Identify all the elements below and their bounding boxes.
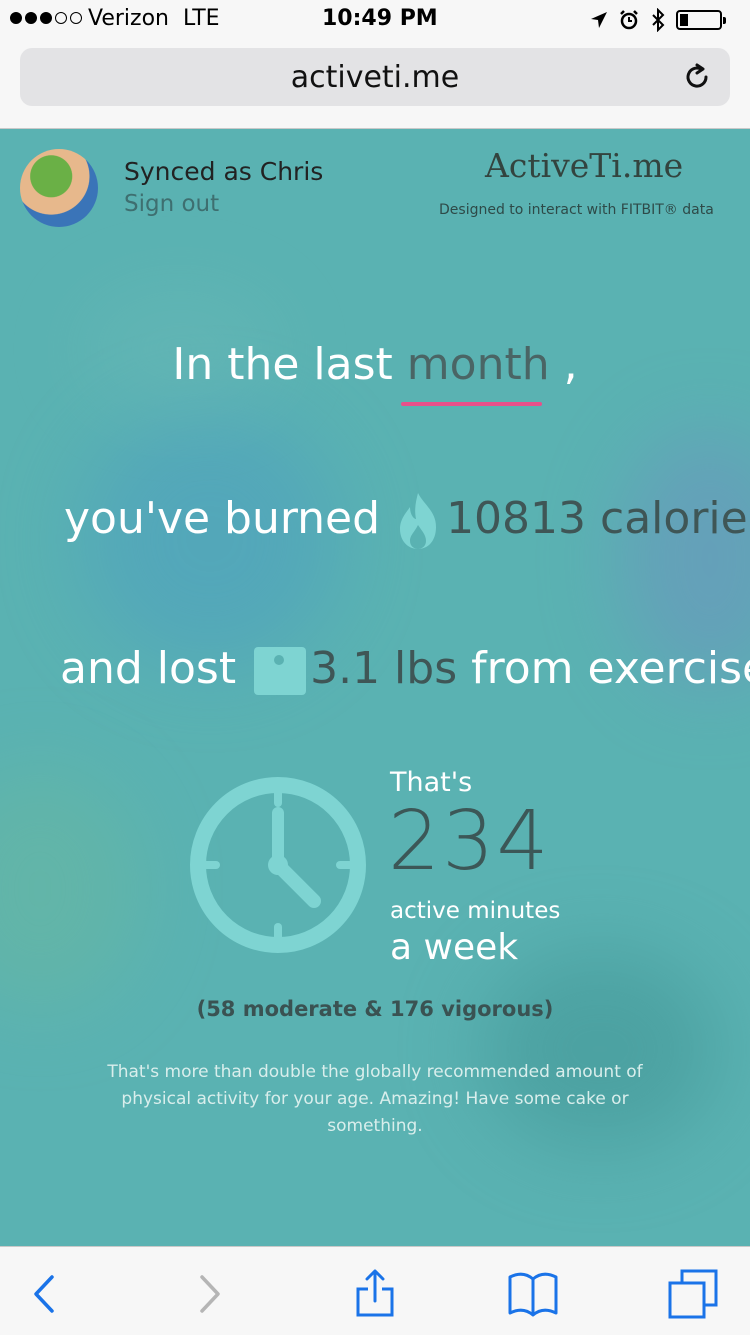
alarm-icon: [620, 10, 638, 30]
reload-icon[interactable]: [682, 62, 712, 92]
bluetooth-icon: [652, 8, 665, 32]
battery-icon: [676, 10, 726, 30]
clock-icon: [190, 777, 366, 953]
url-field[interactable]: activeti.me: [20, 48, 730, 106]
bookmarks-icon[interactable]: [508, 1269, 558, 1319]
summary-line-weight: and lost3.1 lbs from exercise.: [60, 643, 750, 695]
weight-value: 3.1 lbs: [310, 643, 458, 694]
url-text[interactable]: activeti.me: [20, 60, 730, 95]
calories-value: 10813 calories: [446, 493, 750, 544]
back-icon[interactable]: [20, 1269, 70, 1319]
active-minutes-label: active minutes: [390, 898, 561, 924]
per-week-label: a week: [390, 927, 519, 968]
active-minutes-value: 234: [388, 794, 551, 889]
period-selector[interactable]: month: [407, 339, 550, 390]
encouragement-note: That's more than double the globally rec…: [107, 1062, 643, 1136]
share-icon[interactable]: [350, 1269, 400, 1319]
activetime-logo: ActiveTi.me: [485, 146, 684, 185]
tagline: Designed to interact with FITBIT® data: [439, 202, 714, 218]
synced-label: Synced as Chris: [124, 157, 324, 186]
forward-icon[interactable]: [184, 1269, 234, 1319]
signal-strength-icon: [10, 12, 82, 24]
browser-address-bar: activeti.me: [0, 40, 750, 129]
scale-icon: [254, 647, 307, 695]
summary-line-calories: you've burned 10813 calories: [64, 491, 750, 551]
location-arrow-icon: [591, 12, 607, 28]
flame-icon: [400, 493, 437, 549]
period-selector-underline: [401, 402, 542, 406]
tabs-icon[interactable]: [668, 1269, 718, 1319]
summary-line-period: In the last month ,: [172, 339, 578, 390]
carrier-label: Verizon LTE: [88, 6, 220, 31]
status-time: 10:49 PM: [322, 6, 438, 31]
status-bar: Verizon LTE 10:49 PM: [0, 0, 750, 40]
page-content: Synced as Chris Sign out ActiveTi.me Des…: [0, 129, 750, 1246]
avatar: [20, 149, 98, 227]
sign-out-link[interactable]: Sign out: [124, 191, 219, 217]
browser-toolbar: [0, 1246, 750, 1335]
intensity-breakdown: (58 moderate & 176 vigorous): [196, 997, 554, 1021]
